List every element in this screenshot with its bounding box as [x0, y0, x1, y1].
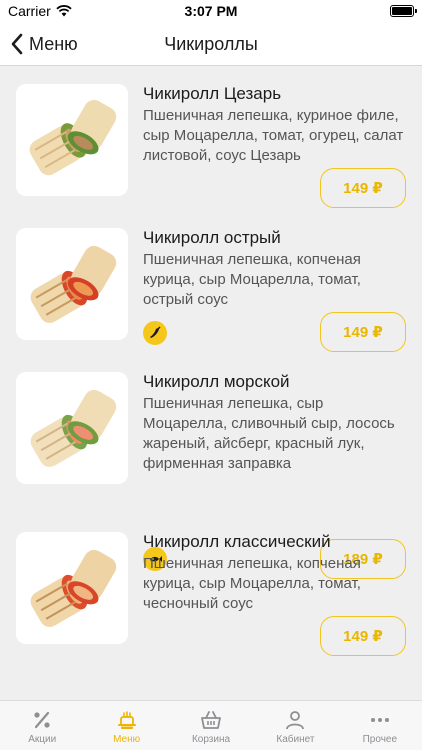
status-bar: Carrier 3:07 PM: [0, 0, 422, 22]
tab-label: Кабинет: [276, 734, 315, 745]
tab-label: Меню: [113, 734, 141, 745]
user-icon: [286, 711, 305, 730]
tab-label: Корзина: [191, 734, 231, 745]
product-title: Чикиролл морской: [143, 372, 290, 391]
product-image[interactable]: [16, 84, 128, 196]
battery-icon: [390, 5, 417, 17]
tab-label: Прочее: [362, 734, 398, 745]
wrap-image: [16, 84, 128, 196]
product-title: Чикиролл Цезарь: [143, 84, 282, 103]
product-description: Пшеничная лепешка, сыр Моцарелла, сливоч…: [143, 395, 395, 472]
price-button[interactable]: 149 ₽: [320, 312, 406, 352]
wrap-image: [16, 372, 128, 484]
product-description: Пшеничная лепешка, копченая курица, сыр …: [143, 251, 361, 308]
tab-promotions[interactable]: Акции: [0, 701, 84, 750]
tab-account[interactable]: Кабинет: [253, 701, 337, 750]
product-title: Чикиролл острый: [143, 228, 281, 247]
page-title: Чикироллы: [164, 33, 258, 54]
wrap-image: [16, 532, 128, 644]
wifi-icon: [56, 5, 72, 17]
nav-bar: Меню Чикироллы: [0, 22, 422, 66]
tab-more[interactable]: Прочее: [338, 701, 422, 750]
tab-cart[interactable]: Корзина: [169, 701, 253, 750]
tab-label: Акции: [28, 734, 57, 745]
chili-pepper-icon: [150, 326, 161, 338]
basket-icon: [201, 711, 221, 729]
spicy-badge: [143, 321, 167, 345]
product-description: Пшеничная лепешка, куриное филе, сыр Моц…: [143, 107, 404, 164]
product-title: Чикиролл классический: [143, 532, 331, 551]
carrier-label: Carrier: [8, 3, 51, 19]
product-image[interactable]: [16, 372, 128, 484]
price-button[interactable]: 149 ₽: [320, 168, 406, 208]
wrap-image: [16, 228, 128, 340]
product-description: Пшеничная лепешка, копченая курица, сыр …: [143, 555, 361, 612]
product-image[interactable]: [16, 228, 128, 340]
tab-bar: Акции Меню Корзина Кабинет Прочее: [0, 700, 422, 750]
tab-menu[interactable]: Меню: [84, 701, 168, 750]
menu-food-icon: [117, 711, 136, 729]
back-label: Меню: [29, 33, 78, 54]
back-button[interactable]: Меню: [10, 22, 78, 66]
more-icon: [370, 718, 389, 722]
product-image[interactable]: [16, 532, 128, 644]
price-button[interactable]: 149 ₽: [320, 616, 406, 656]
status-left: Carrier: [8, 3, 72, 19]
chevron-left-icon: [11, 33, 23, 55]
percent-icon: [34, 711, 50, 729]
